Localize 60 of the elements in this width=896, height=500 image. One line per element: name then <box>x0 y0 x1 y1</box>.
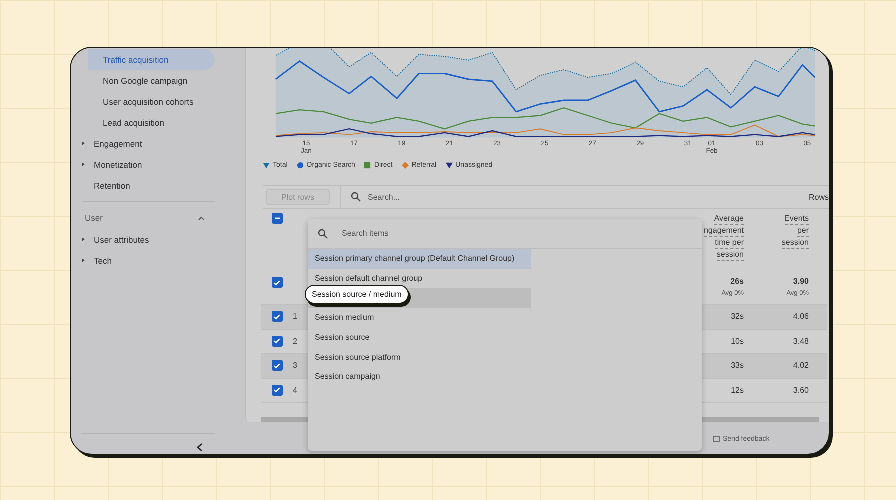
table-cell: 3.48 <box>793 336 809 346</box>
sidebar-item[interactable]: User acquisition cohorts <box>88 91 215 112</box>
check-icon <box>273 312 281 321</box>
check-icon <box>273 386 281 394</box>
checkbox[interactable] <box>272 213 282 224</box>
check-icon <box>273 278 281 286</box>
table-cell: 33s <box>731 361 744 370</box>
caret-icon <box>81 237 86 242</box>
caret-icon <box>81 141 86 146</box>
caret-icon <box>81 162 86 167</box>
sidebar-item[interactable]: Retention <box>71 175 215 196</box>
menu-item[interactable]: Session source platform <box>308 347 531 368</box>
table-cell: 4.02 <box>793 361 809 370</box>
row-index: 1 <box>293 312 298 322</box>
check-icon <box>273 362 281 370</box>
sidebar-item[interactable]: Engagement <box>71 133 215 154</box>
checkbox[interactable] <box>272 336 282 347</box>
table-cell: 3.60 <box>793 386 809 395</box>
sidebar-item[interactable]: User attributes <box>71 229 215 250</box>
minus-icon <box>274 215 280 222</box>
table-cell: 10s <box>731 336 744 346</box>
menu-item[interactable]: Session source <box>308 328 531 348</box>
sidebar-item[interactable]: Lead acquisition <box>88 112 215 133</box>
feedback-icon <box>713 436 720 443</box>
legend-marker-icon <box>263 162 270 169</box>
total-value: 26s <box>730 277 744 286</box>
table-cell: 12s <box>731 386 744 395</box>
legend-marker-icon <box>446 162 453 169</box>
menu-item[interactable]: Session primary channel group (Default Channel Group) <box>308 249 531 269</box>
rows-label: Rows <box>808 192 829 202</box>
checkbox[interactable] <box>272 277 282 288</box>
checkbox[interactable] <box>272 311 282 322</box>
menu-item[interactable]: Session campaign <box>308 367 531 387</box>
caret-icon <box>81 258 86 263</box>
chevron-icon[interactable] <box>198 216 205 220</box>
search-field[interactable]: Search... <box>341 192 809 202</box>
column-header[interactable]: Events per session <box>744 213 809 271</box>
menu-item[interactable]: Session medium <box>308 308 531 328</box>
sidebar-item[interactable]: Tech <box>71 250 215 271</box>
collapse-icon[interactable] <box>196 443 204 452</box>
table-cell: 32s <box>731 312 744 322</box>
legend-marker-icon <box>296 162 304 169</box>
sidebar-item[interactable]: Monetization <box>71 154 215 175</box>
table-cell: 4.06 <box>793 312 809 322</box>
check-icon <box>273 337 281 346</box>
checkbox[interactable] <box>272 384 282 396</box>
legend-marker-icon <box>402 162 409 169</box>
checkbox[interactable] <box>272 360 282 372</box>
legend-marker-icon <box>364 162 372 169</box>
search-icon <box>318 228 328 238</box>
callout-label: Session source / medium <box>305 285 409 304</box>
total-value: 3.90 <box>793 277 809 286</box>
section-label: User <box>85 213 103 223</box>
row-index: 4 <box>293 386 298 395</box>
row-index: 2 <box>293 336 298 346</box>
sidebar-item[interactable]: Non Google campaign <box>88 70 215 91</box>
sidebar-item[interactable]: Traffic acquisition <box>88 49 215 70</box>
row-index: 3 <box>293 361 298 370</box>
search-icon <box>351 192 361 202</box>
menu-item[interactable]: Session source / medium <box>308 288 531 308</box>
